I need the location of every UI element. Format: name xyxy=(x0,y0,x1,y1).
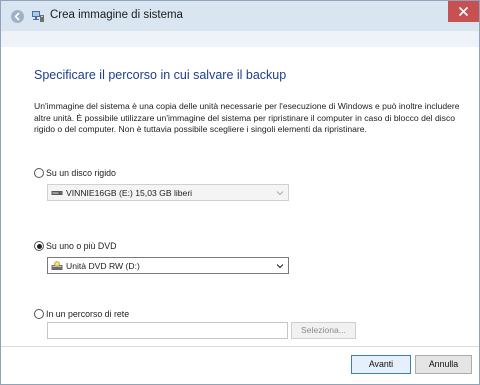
dvd-dropdown[interactable]: Unità DVD RW (D:) xyxy=(47,257,289,274)
radio-hard-disk[interactable] xyxy=(34,168,44,178)
window-title: Crea immagine di sistema xyxy=(50,9,183,21)
page-heading: Specificare il percorso in cui salvare i… xyxy=(34,68,287,82)
browse-button[interactable]: Seleziona... xyxy=(291,322,356,339)
close-icon xyxy=(458,6,469,17)
chevron-down-icon xyxy=(276,264,284,269)
content-header-band xyxy=(1,31,479,47)
close-button[interactable] xyxy=(448,1,479,22)
back-arrow-icon xyxy=(14,12,20,21)
dvd-dropdown-value: Unità DVD RW (D:) xyxy=(66,261,140,271)
network-path-input[interactable] xyxy=(47,322,288,339)
radio-dvd[interactable] xyxy=(34,241,44,251)
radio-hard-disk-label[interactable]: Su un disco rigido xyxy=(46,168,116,178)
dvd-drive-icon xyxy=(51,261,63,270)
radio-network[interactable] xyxy=(34,309,44,319)
back-button[interactable] xyxy=(11,10,24,23)
chevron-down-icon xyxy=(276,191,284,196)
page-description: Un'immagine del sistema è una copia dell… xyxy=(34,101,460,135)
footer-divider xyxy=(1,346,479,347)
cancel-button[interactable]: Annulla xyxy=(415,355,472,374)
next-button[interactable]: Avanti xyxy=(351,355,411,374)
hard-disk-dropdown-value: VINNIE16GB (E:) 15,03 GB liberi xyxy=(66,188,193,198)
hard-disk-dropdown[interactable]: VINNIE16GB (E:) 15,03 GB liberi xyxy=(47,184,289,201)
backup-app-icon xyxy=(32,11,44,22)
radio-network-label[interactable]: In un percorso di rete xyxy=(46,309,129,319)
title-bar: Crea immagine di sistema xyxy=(1,1,479,31)
wizard-window: Crea immagine di sistema Specificare il … xyxy=(0,0,480,385)
drive-icon xyxy=(51,191,63,195)
radio-dvd-label[interactable]: Su uno o più DVD xyxy=(46,241,116,251)
